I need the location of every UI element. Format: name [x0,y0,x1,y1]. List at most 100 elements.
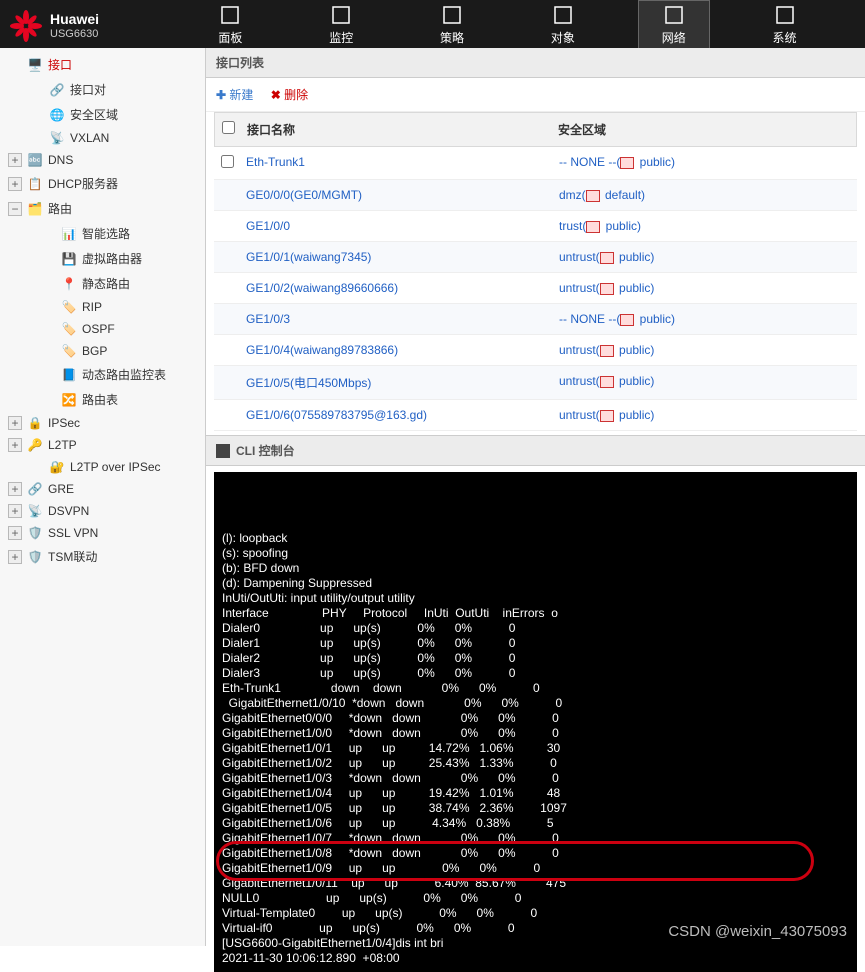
nav-label: 对象 [528,29,598,46]
sidebar-item-动态路由监控表[interactable]: 📘动态路由监控表 [0,362,205,387]
tree-icon: 💾 [60,252,78,266]
nav-策略[interactable]: 策略 [417,1,487,48]
tree-toggle-icon[interactable]: + [8,153,22,167]
sidebar-item-BGP[interactable]: 🏷️BGP [0,340,205,362]
zone-text: -- NONE --( public) [559,155,675,169]
nav-icon [639,3,709,27]
brand-name: Huawei [50,12,99,27]
table-row: GE1/0/2(waiwang89660666)untrust( public) [214,273,857,304]
cli-output: (l): loopback (s): spoofing (b): BFD dow… [222,531,849,966]
tree-label: OSPF [82,322,115,336]
interface-link[interactable]: GE0/0/0(GE0/MGMT) [246,188,362,202]
nav-icon [750,3,820,27]
sidebar-item-DNS[interactable]: +🔤DNS [0,149,205,171]
tree-icon: 📡 [48,131,66,145]
tree-toggle-icon[interactable]: + [8,177,22,191]
tree-icon: 🔐 [48,460,66,474]
tree-label: TSM联动 [48,548,97,565]
sidebar-item-RIP[interactable]: 🏷️RIP [0,296,205,318]
add-label: 新建 [229,88,253,102]
tree-toggle-icon[interactable]: + [8,550,22,564]
sidebar: 🖥️接口🔗接口对🌐安全区域📡VXLAN+🔤DNS+📋DHCP服务器−🗂️路由📊智… [0,48,206,946]
zone-icon [600,410,614,422]
tree-toggle-icon[interactable]: + [8,504,22,518]
interface-link[interactable]: GE1/0/3 [246,312,290,326]
table-row: GE1/0/0trust( public) [214,211,857,242]
tree-icon: 📘 [60,368,78,382]
interface-link[interactable]: GE1/0/5(电口450Mbps) [246,376,371,390]
sidebar-item-智能选路[interactable]: 📊智能选路 [0,221,205,246]
nav-label: 系统 [750,29,820,46]
tree-toggle-icon[interactable]: + [8,482,22,496]
nav-对象[interactable]: 对象 [528,1,598,48]
tree-toggle-icon[interactable]: + [8,438,22,452]
sidebar-item-GRE[interactable]: +🔗GRE [0,478,205,500]
table-row: GE1/0/3 -- NONE --( public) [214,304,857,335]
sidebar-item-L2TP[interactable]: +🔑L2TP [0,434,205,456]
nav-系统[interactable]: 系统 [750,1,820,48]
main-panel: 接口列表 ✚ 新建 ✖ 删除 接口名称 安全区域 Eth-Trunk1 -- NO… [206,48,865,946]
sidebar-item-路由表[interactable]: 🔀路由表 [0,387,205,412]
tree-label: L2TP [48,438,77,452]
tree-icon: 📊 [60,227,78,241]
nav-面板[interactable]: 面板 [195,1,265,48]
tree-icon: 📍 [60,277,78,291]
col-interface-name: 接口名称 [241,113,552,146]
sidebar-item-VXLAN[interactable]: 📡 VXLAN [0,127,205,149]
interface-link[interactable]: GE1/0/6(07558978379​5@163.gd) [246,408,427,422]
sidebar-item-路由[interactable]: −🗂️路由 [0,196,205,221]
highlight-circle [216,841,814,881]
interface-link[interactable]: GE1/0/2(waiwang89660666) [246,281,398,295]
sidebar-item-DHCP服务器[interactable]: +📋DHCP服务器 [0,171,205,196]
interface-link[interactable]: GE1/0/1(waiwang7345) [246,250,371,264]
interface-link[interactable]: Eth-Trunk1 [246,155,305,169]
nav-网络[interactable]: 网络 [639,1,709,48]
sidebar-item-安全区域[interactable]: 🌐安全区域 [0,102,205,127]
tree-label: RIP [82,300,102,314]
zone-text: untrust( public) [559,408,654,422]
tree-toggle-icon[interactable]: − [8,202,22,216]
tree-label: IPSec [48,416,80,430]
col-security-zone: 安全区域 [552,113,856,146]
nav-监控[interactable]: 监控 [306,1,376,48]
sidebar-item-TSM联动[interactable]: +🛡️TSM联动 [0,544,205,569]
sidebar-item-虚拟路由器[interactable]: 💾虚拟路由器 [0,246,205,271]
sidebar-item-OSPF[interactable]: 🏷️OSPF [0,318,205,340]
sidebar-item-IPSec[interactable]: +🔒IPSec [0,412,205,434]
zone-text: -- NONE --( public) [559,312,675,326]
sidebar-item-DSVPN[interactable]: +📡DSVPN [0,500,205,522]
sidebar-item-L2TP over IPSec[interactable]: 🔐L2TP over IPSec [0,456,205,478]
panel-title: 接口列表 [206,48,865,78]
tree-icon: 🛡️ [26,526,44,540]
tree-label: 路由表 [82,391,118,408]
nav-icon [195,3,265,27]
tree-label: 接口对 [70,81,106,98]
zone-icon [586,221,600,233]
zone-text: untrust( public) [559,374,654,388]
interface-link[interactable]: GE1/0/4(waiwang89783866) [246,343,398,357]
huawei-logo-icon [10,10,42,42]
del-label: 删除 [284,88,308,102]
table-row: GE1/0/5(电口450Mbps) untrust( public) [214,366,857,400]
cli-console[interactable]: (l): loopback (s): spoofing (b): BFD dow… [214,472,857,972]
zone-icon [600,376,614,388]
table-row: GE1/0/1(waiwang7345)untrust( public) [214,242,857,273]
nav-icon [528,3,598,27]
table-header: 接口名称 安全区域 [214,112,857,147]
sidebar-item-接口对[interactable]: 🔗 接口对 [0,77,205,102]
tree-toggle-icon[interactable]: + [8,416,22,430]
tree-icon: 🔗 [48,83,66,97]
select-all-checkbox[interactable] [222,121,235,134]
tree-icon: 🔤 [26,153,44,167]
cli-title: CLI 控制台 [236,442,295,459]
tree-toggle-icon[interactable]: + [8,526,22,540]
interface-link[interactable]: GE1/0/0 [246,219,290,233]
sidebar-item-接口[interactable]: 🖥️接口 [0,52,205,77]
tree-label: 安全区域 [70,106,118,123]
tree-label: VXLAN [70,131,109,145]
sidebar-item-静态路由[interactable]: 📍静态路由 [0,271,205,296]
delete-button[interactable]: ✖ 删除 [271,88,308,102]
add-button[interactable]: ✚ 新建 [216,88,253,102]
row-checkbox[interactable] [221,155,234,168]
sidebar-item-SSL VPN[interactable]: +🛡️SSL VPN [0,522,205,544]
